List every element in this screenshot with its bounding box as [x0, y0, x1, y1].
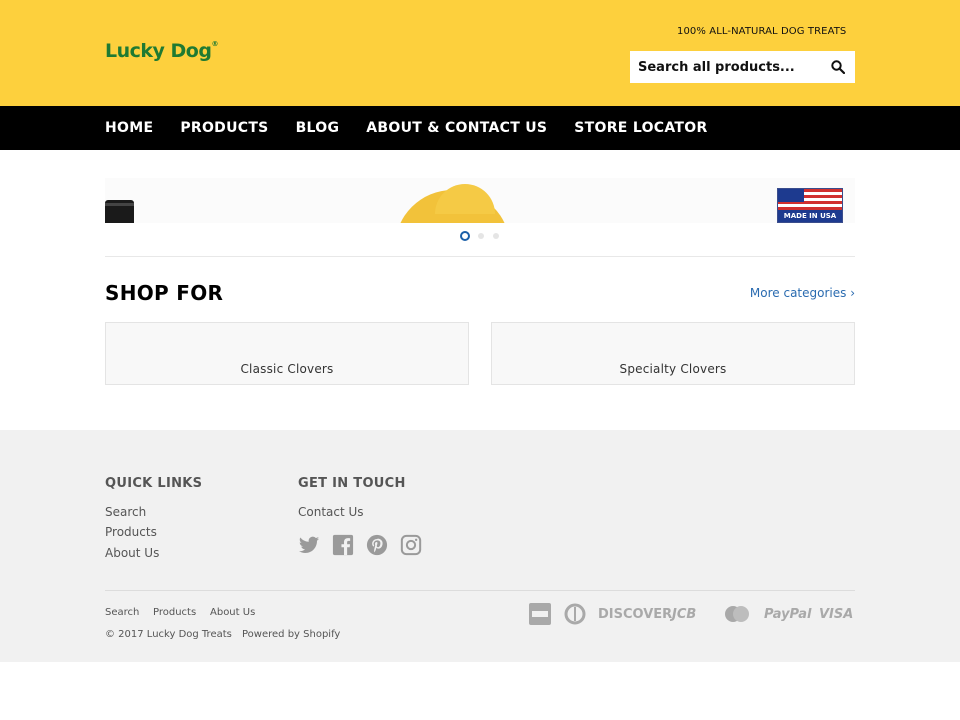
site-footer: QUICK LINKS Search Products About Us GET…	[0, 430, 960, 662]
logo-text: Lucky Dog	[105, 40, 212, 62]
footer-link-about-us[interactable]: About Us	[105, 546, 159, 560]
jcb-icon: JCB	[672, 606, 697, 622]
footer-link-contact-us[interactable]: Contact Us	[298, 505, 364, 519]
discover-icon: DISCOVER	[598, 606, 673, 622]
search-input[interactable]	[630, 51, 820, 83]
quick-links-heading: QUICK LINKS	[105, 476, 203, 491]
visa-icon: VISA	[819, 606, 854, 622]
header-tagline: 100% ALL-NATURAL DOG TREATS	[677, 26, 847, 37]
search-form	[630, 51, 855, 83]
slide-dot-1[interactable]	[460, 231, 470, 241]
get-in-touch-heading: GET IN TOUCH	[298, 476, 406, 491]
twitter-icon[interactable]	[298, 534, 320, 556]
facebook-icon[interactable]	[332, 534, 354, 556]
copyright-text: © 2017 Lucky Dog Treats	[105, 629, 232, 640]
nav-item-about-contact[interactable]: ABOUT & CONTACT US	[366, 120, 547, 136]
search-button[interactable]	[821, 51, 855, 83]
bottom-link-products[interactable]: Products	[153, 607, 196, 618]
footer-divider	[105, 590, 855, 591]
category-label: Classic Clovers	[240, 362, 334, 376]
mastercard-icon	[723, 603, 751, 625]
more-categories-link[interactable]: More categories ›	[750, 286, 855, 300]
nav-item-home[interactable]: HOME	[105, 120, 153, 136]
flag-stars	[778, 189, 804, 202]
site-logo[interactable]: Lucky Dog®	[105, 40, 218, 62]
slide-dot-3[interactable]	[493, 233, 499, 239]
instagram-icon[interactable]	[400, 534, 422, 556]
logo-registered-mark: ®	[211, 40, 218, 48]
diners-icon	[564, 603, 586, 625]
slideshow-pagination	[460, 231, 508, 241]
nav-item-store-locator[interactable]: STORE LOCATOR	[574, 120, 707, 136]
bottom-link-search[interactable]: Search	[105, 607, 139, 618]
shop-for-title: SHOP FOR	[105, 281, 224, 305]
pinterest-icon[interactable]	[366, 534, 388, 556]
bottom-link-about-us[interactable]: About Us	[210, 607, 255, 618]
category-card-specialty-clovers[interactable]: Specialty Clovers	[491, 322, 855, 385]
amex-icon	[529, 603, 551, 625]
treat-jar-image	[105, 200, 134, 223]
slide-dot-2[interactable]	[478, 233, 484, 239]
social-links	[298, 534, 434, 556]
main-navigation: HOME PRODUCTS BLOG ABOUT & CONTACT US ST…	[0, 106, 960, 150]
category-card-classic-clovers[interactable]: Classic Clovers	[105, 322, 469, 385]
paypal-icon: PayPal	[764, 606, 812, 622]
made-in-usa-badge: MADE IN USA	[777, 188, 843, 223]
nav-item-products[interactable]: PRODUCTS	[180, 120, 268, 136]
nav-item-blog[interactable]: BLOG	[296, 120, 340, 136]
category-label: Specialty Clovers	[619, 362, 727, 376]
footer-link-products[interactable]: Products	[105, 525, 157, 539]
made-in-usa-text: MADE IN USA	[778, 210, 842, 222]
site-header: Lucky Dog® 100% ALL-NATURAL DOG TREATS	[0, 0, 960, 106]
search-icon	[831, 60, 845, 74]
section-divider	[105, 256, 855, 257]
clover-treat-image	[395, 184, 510, 223]
powered-by-shopify-link[interactable]: Powered by Shopify	[242, 629, 340, 640]
hero-slideshow[interactable]: MADE IN USA	[105, 178, 855, 223]
footer-link-search[interactable]: Search	[105, 505, 146, 519]
